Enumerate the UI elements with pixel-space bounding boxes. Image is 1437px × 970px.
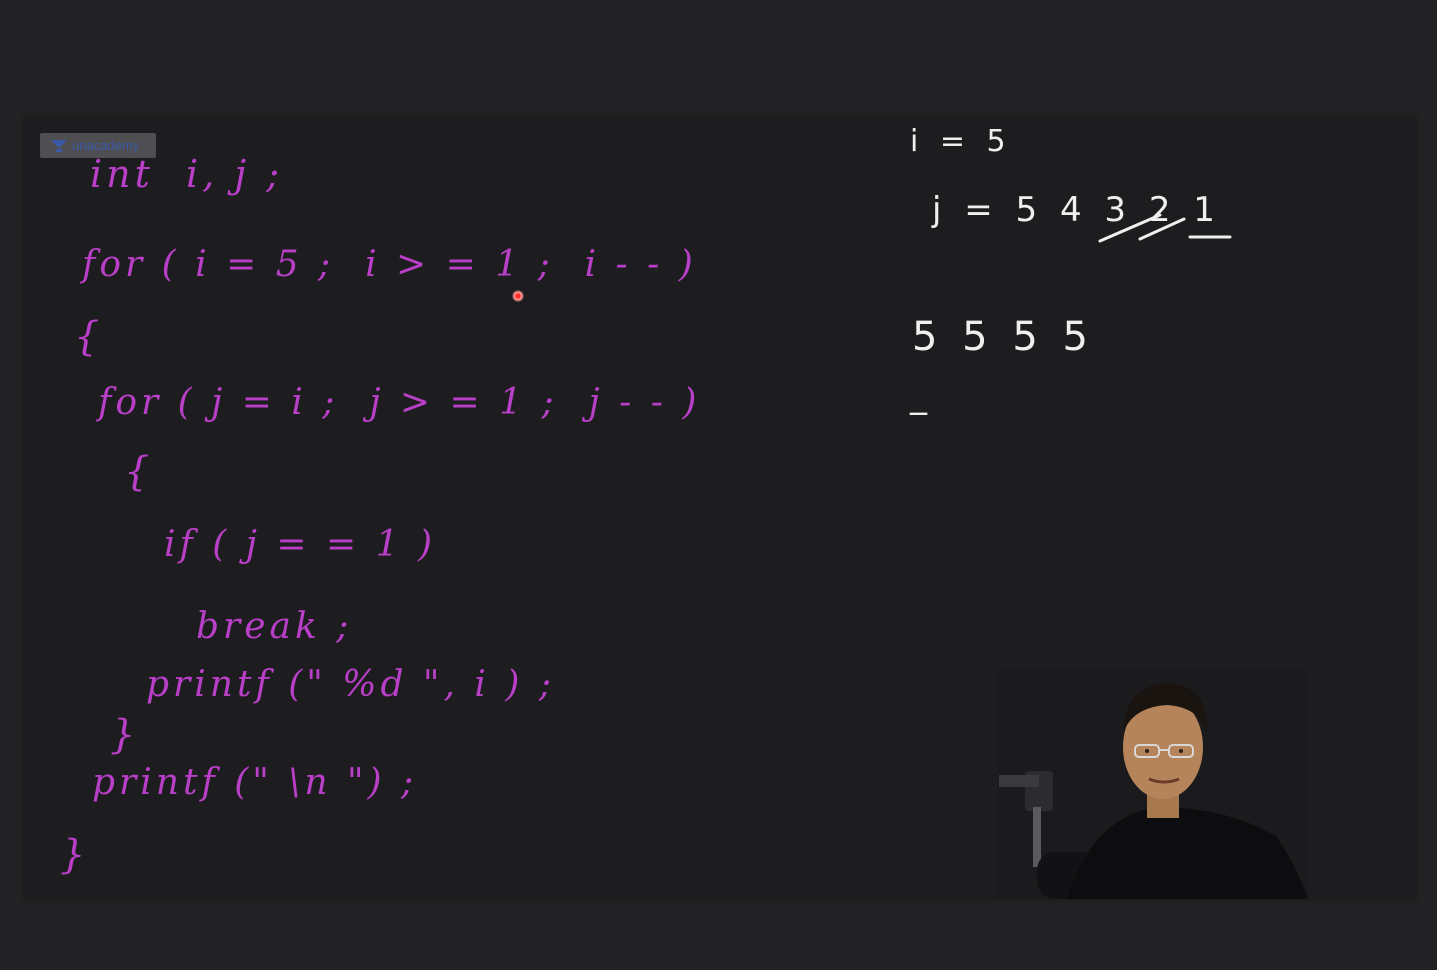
code-line-printf-value: printf (" %d ", i ) ; [146, 664, 555, 705]
code-line-printf-newline: printf (" \n ") ; [92, 762, 418, 803]
code-line-if: if ( j = = 1 ) [164, 524, 436, 565]
code-line-outer-open-brace: { [74, 314, 104, 360]
unacademy-logo-icon [50, 139, 68, 153]
app-window: unacademy int i, j ; for ( i = 5 ; i > =… [0, 0, 1437, 970]
code-line-inner-open-brace: { [124, 449, 154, 495]
code-line-outer-for: for ( i = 5 ; i > = 1 ; i - - ) [82, 244, 697, 285]
code-line-inner-for: for ( j = i ; j > = 1 ; j - - ) [98, 382, 701, 423]
laser-pointer-dot [512, 290, 524, 302]
code-line-inner-close-brace: } [110, 712, 140, 758]
strike-through-marks [1098, 213, 1232, 243]
code-line-outer-close-brace: } [60, 832, 90, 878]
whiteboard-canvas[interactable]: unacademy int i, j ; for ( i = 5 ; i > =… [24, 117, 1416, 899]
note-cursor-mark: _ [910, 376, 933, 416]
note-output-row: 5 5 5 5 [912, 314, 1094, 360]
note-i-value: i = 5 [910, 124, 1012, 159]
watermark-text: unacademy [72, 138, 140, 153]
code-line-declaration: int i, j ; [90, 152, 284, 196]
code-line-break: break ; [196, 606, 353, 647]
presenter-webcam [997, 667, 1308, 899]
